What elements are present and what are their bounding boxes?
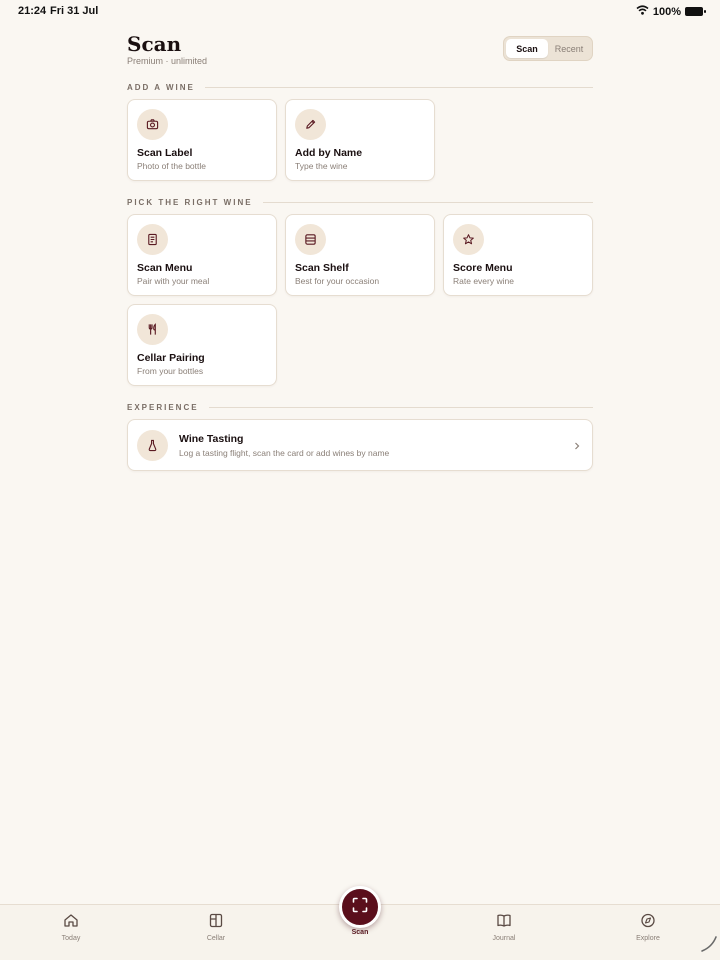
tab-label: Scan bbox=[351, 929, 369, 936]
section-title: EXPERIENCE bbox=[127, 402, 199, 412]
fork-knife-icon bbox=[137, 314, 168, 345]
pencil-icon bbox=[295, 109, 326, 140]
cellar-icon bbox=[208, 913, 224, 932]
segment-scan[interactable]: Scan bbox=[506, 39, 548, 58]
card-subtitle: Type the wine bbox=[295, 161, 348, 171]
segment-recent[interactable]: Recent bbox=[548, 39, 590, 58]
add-wine-grid: Scan Label Photo of the bottle Add by Na… bbox=[127, 99, 593, 181]
scan-shelf-card[interactable]: Scan Shelf Best for your occasion bbox=[285, 214, 435, 296]
tab-label: Journal bbox=[492, 935, 516, 942]
section-divider bbox=[208, 406, 593, 408]
tab-journal[interactable]: Journal bbox=[474, 913, 534, 942]
wine-tasting-row[interactable]: Wine Tasting Log a tasting flight, scan … bbox=[127, 419, 593, 471]
section-title: PICK THE RIGHT WINE bbox=[127, 197, 253, 207]
card-title: Scan Label bbox=[137, 147, 193, 159]
status-time: 21:24 bbox=[18, 5, 47, 17]
tab-scan[interactable]: Scan bbox=[330, 927, 390, 936]
scan-recent-segmented-control: Scan Recent bbox=[503, 36, 593, 61]
scan-icon bbox=[352, 897, 368, 918]
camera-icon bbox=[137, 109, 168, 140]
card-title: Scan Menu bbox=[137, 262, 193, 274]
row-title: Wine Tasting bbox=[179, 433, 244, 445]
tab-cellar[interactable]: Cellar bbox=[186, 913, 246, 942]
card-title: Scan Shelf bbox=[295, 262, 349, 274]
flask-icon bbox=[137, 430, 168, 461]
cellar-pairing-card[interactable]: Cellar Pairing From your bottles bbox=[127, 304, 277, 386]
battery-icon bbox=[685, 7, 706, 16]
section-divider bbox=[204, 86, 593, 88]
tab-explore[interactable]: Explore bbox=[618, 913, 678, 942]
star-icon bbox=[453, 224, 484, 255]
card-title: Cellar Pairing bbox=[137, 352, 205, 364]
tab-today[interactable]: Today bbox=[41, 913, 101, 942]
compass-icon bbox=[640, 913, 656, 932]
card-subtitle: From your bottles bbox=[137, 366, 204, 376]
section-title: ADD A WINE bbox=[127, 82, 195, 92]
card-subtitle: Pair with your meal bbox=[137, 276, 210, 286]
card-subtitle: Rate every wine bbox=[453, 276, 514, 286]
chevron-right-icon bbox=[573, 438, 581, 456]
main-content: Scan Premium · unlimited Scan Recent ADD… bbox=[127, 32, 593, 471]
score-menu-card[interactable]: Score Menu Rate every wine bbox=[443, 214, 593, 296]
section-divider bbox=[262, 201, 593, 203]
tab-label: Today bbox=[61, 935, 81, 942]
journal-icon bbox=[496, 914, 512, 932]
home-icon bbox=[63, 914, 79, 932]
card-subtitle: Best for your occasion bbox=[295, 276, 380, 286]
add-by-name-card[interactable]: Add by Name Type the wine bbox=[285, 99, 435, 181]
tab-label: Explore bbox=[636, 935, 660, 942]
status-date: Fri 31 Jul bbox=[50, 5, 99, 17]
corner-drag-handle-icon bbox=[700, 935, 718, 958]
card-title: Add by Name bbox=[295, 147, 363, 159]
section-pick-the-right-wine: PICK THE RIGHT WINE bbox=[127, 197, 593, 207]
row-subtitle: Log a tasting flight, scan the card or a… bbox=[179, 448, 390, 458]
status-indicators: 100% bbox=[636, 5, 706, 18]
section-experience: EXPERIENCE bbox=[127, 402, 593, 412]
wifi-icon bbox=[636, 5, 649, 18]
card-subtitle: Photo of the bottle bbox=[137, 161, 206, 171]
tab-label: Cellar bbox=[206, 935, 226, 942]
section-add-a-wine: ADD A WINE bbox=[127, 82, 593, 92]
scan-menu-card[interactable]: Scan Menu Pair with your meal bbox=[127, 214, 277, 296]
status-bar: 21:24 Fri 31 Jul 100% bbox=[0, 0, 720, 22]
pick-wine-grid: Scan Menu Pair with your meal Scan Shelf… bbox=[127, 214, 593, 386]
battery-percent: 100% bbox=[652, 5, 681, 18]
menu-icon bbox=[137, 224, 168, 255]
scan-label-card[interactable]: Scan Label Photo of the bottle bbox=[127, 99, 277, 181]
card-title: Score Menu bbox=[453, 262, 513, 274]
shelf-icon bbox=[295, 224, 326, 255]
scan-button[interactable] bbox=[339, 886, 381, 928]
